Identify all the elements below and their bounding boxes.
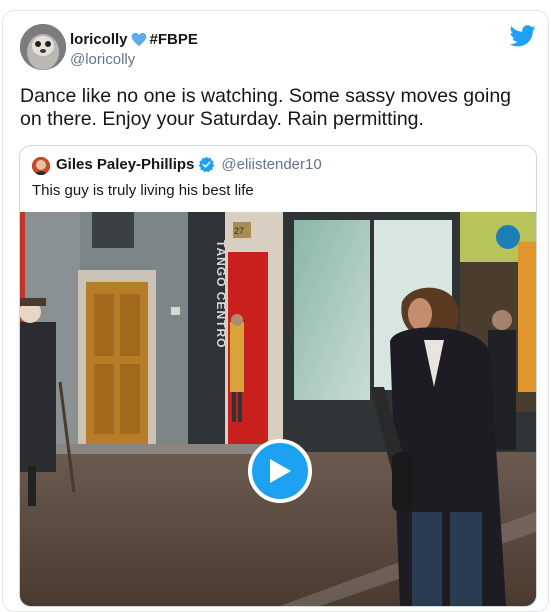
name-suffix: #FBPE	[149, 31, 198, 48]
verified-badge-icon	[199, 156, 215, 173]
quoted-header[interactable]: Giles Paley-Phillips @eliistender10	[56, 156, 322, 173]
blue-heart-icon	[131, 32, 146, 47]
quoted-handle[interactable]: @eliistender10	[221, 156, 321, 173]
tweet-card[interactable]: loricolly #FBPE @loricolly Dance like no…	[2, 10, 549, 612]
display-name[interactable]: loricolly	[70, 31, 128, 48]
author-handle[interactable]: @loricolly	[70, 51, 135, 68]
author-name-row[interactable]: loricolly #FBPE	[70, 31, 198, 48]
tweet-text: Dance like no one is watching. Some sass…	[20, 85, 512, 130]
door-number: 27	[234, 226, 244, 236]
quoted-avatar[interactable]	[32, 157, 50, 175]
quoted-tweet[interactable]: Giles Paley-Phillips @eliistender10 This…	[19, 145, 537, 607]
quoted-display-name[interactable]: Giles Paley-Phillips	[56, 156, 194, 173]
quoted-text: This guy is truly living his best life	[32, 182, 254, 199]
play-icon	[270, 459, 291, 483]
play-button[interactable]	[248, 439, 312, 503]
avatar[interactable]	[20, 24, 66, 70]
video-thumbnail[interactable]: TANGO CENTRO 27	[20, 212, 536, 606]
twitter-bird-icon[interactable]	[510, 25, 536, 47]
